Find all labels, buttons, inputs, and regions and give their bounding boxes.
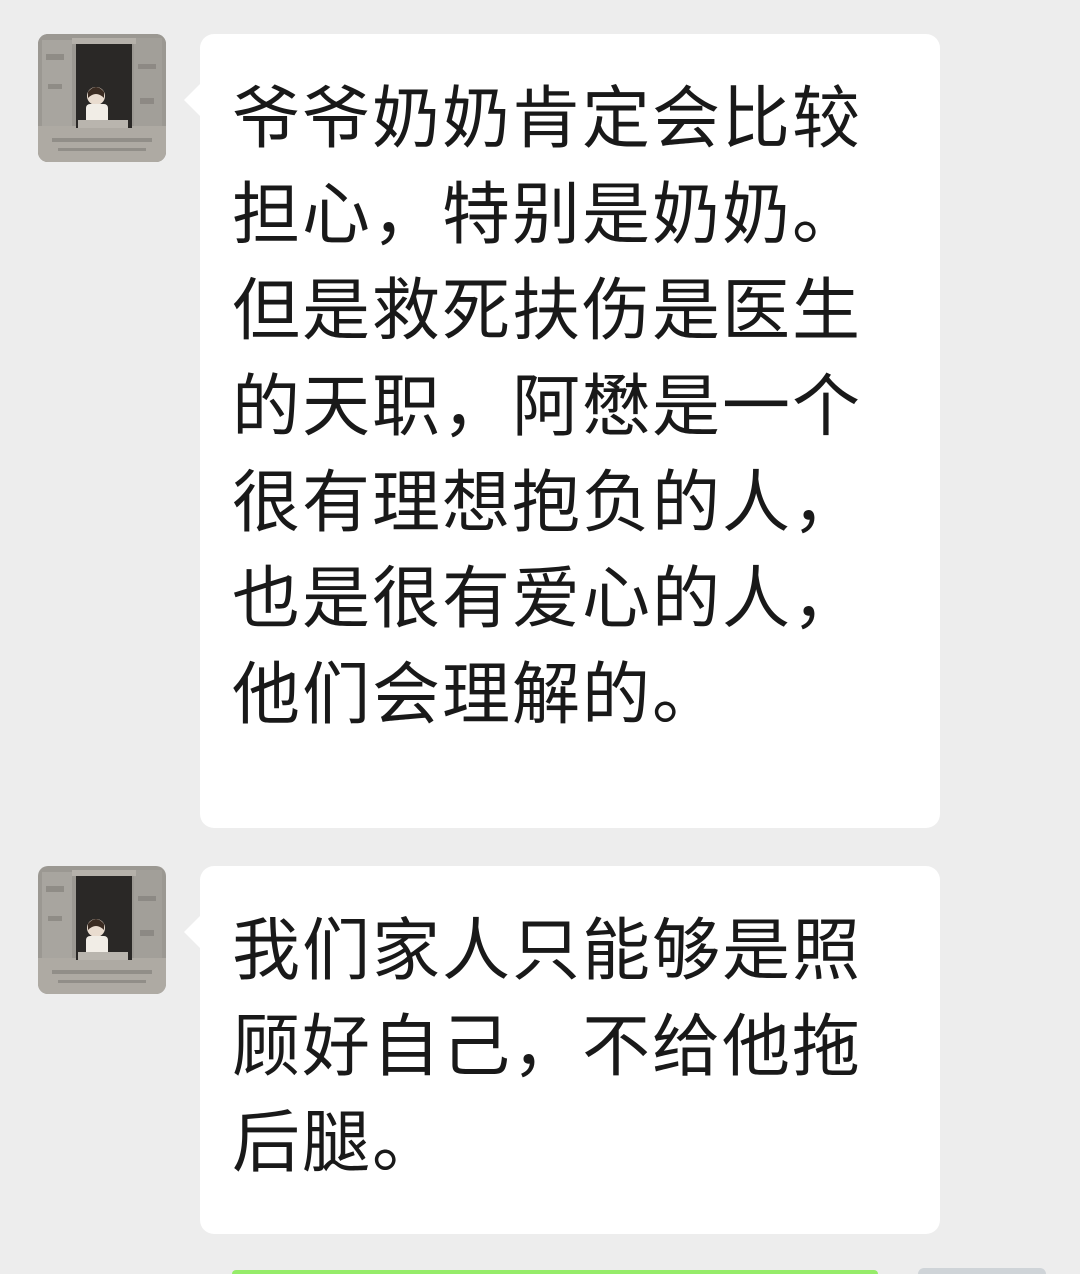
window-portrait-avatar-icon[interactable] — [38, 866, 166, 994]
message-text: 我们家人只能够是照顾好自己，不给他拖后腿。 — [232, 912, 863, 1183]
message-bubble[interactable]: 爷爷奶奶肯定会比较担心，特别是奶奶。但是救死扶伤是医生的天职，阿懋是一个很有理想… — [184, 34, 940, 828]
message-bubble[interactable]: 我们家人只能够是照顾好自己，不给他拖后腿。 — [184, 866, 940, 1234]
next-avatar — [918, 1268, 1046, 1274]
window-portrait-avatar-icon[interactable] — [38, 34, 166, 162]
next-self-message-bubble[interactable] — [232, 1270, 878, 1274]
chat-area: 爷爷奶奶肯定会比较担心，特别是奶奶。但是救死扶伤是医生的天职，阿懋是一个很有理想… — [0, 0, 1080, 1274]
message-text: 爷爷奶奶肯定会比较担心，特别是奶奶。但是救死扶伤是医生的天职，阿懋是一个很有理想… — [232, 80, 863, 735]
